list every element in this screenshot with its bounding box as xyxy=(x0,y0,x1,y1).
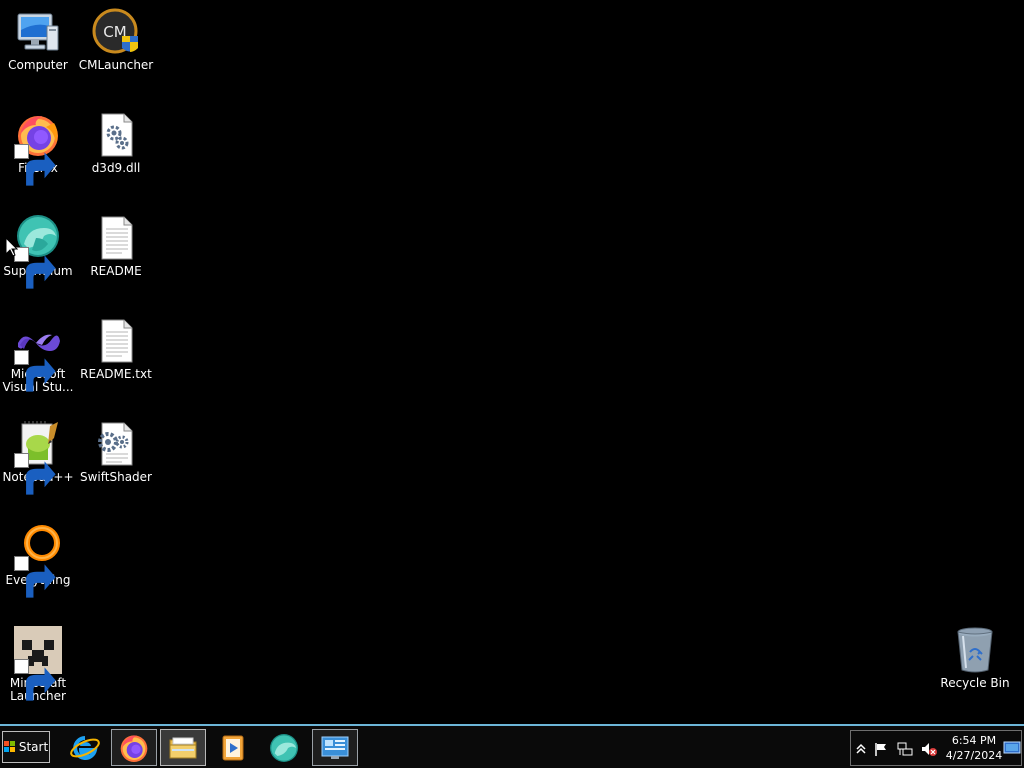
desktop-icon-label: Computer xyxy=(8,58,68,72)
taskbar-button-supermium[interactable] xyxy=(261,729,307,766)
firefox-icon xyxy=(120,734,148,762)
text-file-icon xyxy=(101,319,133,363)
cmlauncher-icon: CM xyxy=(92,8,138,54)
mouse-cursor-icon xyxy=(6,238,18,257)
desktop-icon-d3d9[interactable]: d3d9.dll xyxy=(78,111,154,175)
clock-time: 6:54 PM xyxy=(951,734,997,747)
desktop-icon-readme[interactable]: README xyxy=(78,214,154,278)
desktop-icon-cmlauncher[interactable]: CM CMLauncher xyxy=(78,8,154,72)
desktop-icon-notepadpp[interactable]: Notepad++ xyxy=(0,420,76,495)
taskbar-button-remote-desktop[interactable] xyxy=(312,729,358,766)
desktop-icon-computer[interactable]: Computer xyxy=(0,8,76,72)
media-player-icon xyxy=(222,735,244,760)
text-file-icon xyxy=(101,216,133,260)
desktop-icon-readme-txt[interactable]: README.txt xyxy=(78,317,154,381)
start-label: Start xyxy=(18,740,49,754)
show-desktop-icon[interactable] xyxy=(1003,741,1021,755)
desktop-icon-label: README.txt xyxy=(80,367,152,381)
clock[interactable]: 6:54 PM 4/27/2024 xyxy=(945,733,1003,763)
desktop-icon-label: Recycle Bin xyxy=(940,676,1010,690)
windows-logo-icon xyxy=(3,741,16,753)
desktop-icon-everything[interactable]: Everything xyxy=(0,523,76,598)
shortcut-arrow-icon xyxy=(14,144,56,186)
shortcut-arrow-icon xyxy=(14,350,56,392)
taskbar-button-internet-explorer[interactable] xyxy=(62,729,108,766)
desktop[interactable]: Computer Firefox Supermium xyxy=(0,0,1024,724)
taskbar-button-file-explorer[interactable] xyxy=(160,729,206,766)
clock-date: 4/27/2024 xyxy=(945,749,1003,762)
taskbar-button-firefox[interactable] xyxy=(111,729,157,766)
desktop-icon-label: d3d9.dll xyxy=(91,161,141,175)
desktop-icon-recycle-bin[interactable]: Recycle Bin xyxy=(937,626,1013,690)
network-icon[interactable] xyxy=(897,741,913,757)
desktop-icon-label: CMLauncher xyxy=(78,58,154,72)
dll-file-icon xyxy=(101,113,133,157)
shortcut-arrow-icon xyxy=(14,453,56,495)
supermium-icon xyxy=(270,733,298,762)
remote-desktop-icon xyxy=(321,736,349,759)
desktop-icon-firefox[interactable]: Firefox xyxy=(0,111,76,186)
computer-icon xyxy=(17,13,59,51)
start-button[interactable]: Start xyxy=(2,731,50,763)
system-tray: 6:54 PM 4/27/2024 xyxy=(850,730,1022,766)
volume-muted-icon[interactable] xyxy=(921,741,937,757)
desktop-icon-swiftshader[interactable]: SwiftShader xyxy=(78,420,154,484)
show-hidden-icons-chevron-icon[interactable] xyxy=(853,741,869,757)
action-center-flag-icon[interactable] xyxy=(873,741,889,757)
desktop-icon-label: SwiftShader xyxy=(80,470,152,484)
desktop-icon-label: README xyxy=(90,264,142,278)
taskbar: Start 6:54 PM 4/27/2024 xyxy=(0,724,1024,768)
folder-icon xyxy=(169,737,197,758)
shortcut-arrow-icon xyxy=(14,659,56,701)
recycle-bin-icon xyxy=(957,627,993,673)
taskbar-button-media-player[interactable] xyxy=(210,729,256,766)
desktop-icon-visual-studio[interactable]: Microsoft Visual Stu... xyxy=(0,317,76,394)
desktop-icon-minecraft[interactable]: Minecraft Launcher xyxy=(0,626,76,703)
settings-file-icon xyxy=(98,422,133,466)
shortcut-arrow-icon xyxy=(14,556,56,598)
internet-explorer-icon xyxy=(70,735,100,760)
